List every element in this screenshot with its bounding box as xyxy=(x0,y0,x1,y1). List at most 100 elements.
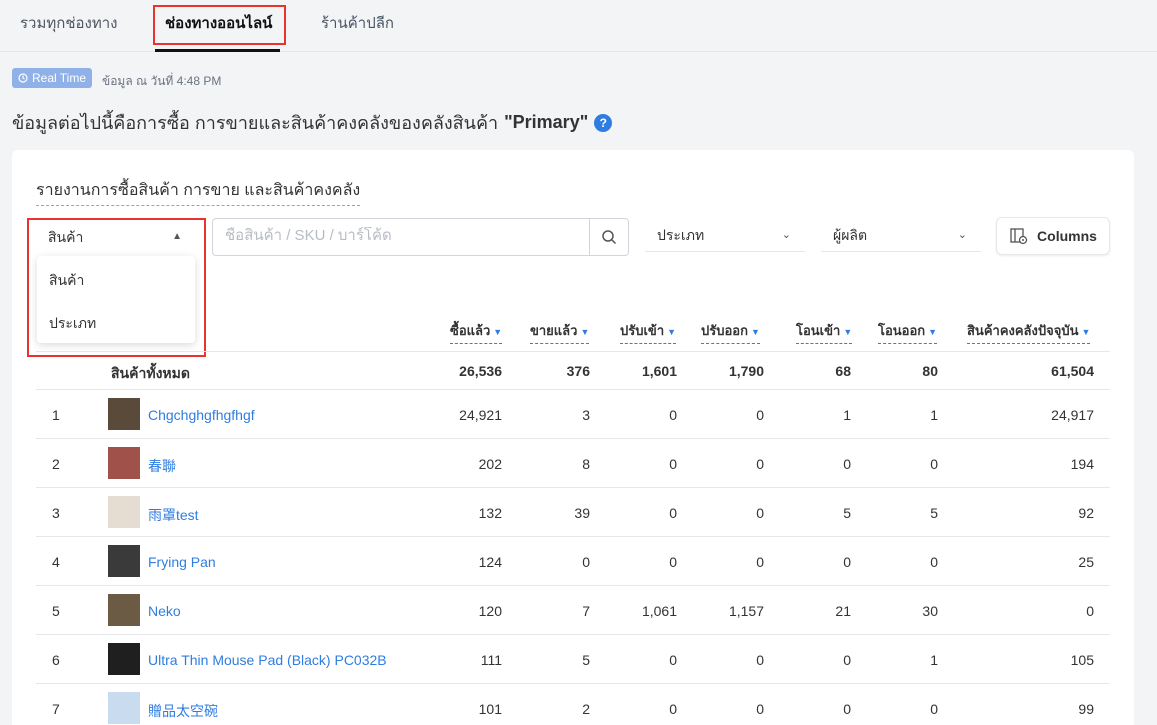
cell-sold: 7 xyxy=(582,603,590,619)
cell-adjust-out: 0 xyxy=(756,407,764,423)
search-icon xyxy=(602,230,617,245)
cell-sold: 2 xyxy=(582,701,590,717)
tab-online[interactable]: ช่องทางออนไลน์ xyxy=(165,0,272,50)
channel-tabs: รวมทุกช่องทาง ช่องทางออนไลน์ ร้านค้าปลีก xyxy=(0,0,1157,52)
cell-current-stock: 92 xyxy=(1078,505,1094,521)
col-header-transfer-in[interactable]: โอนเข้า ▼ xyxy=(796,320,853,344)
cell-adjust-out: 0 xyxy=(756,505,764,521)
sort-down-icon: ▼ xyxy=(750,327,760,337)
sort-down-icon: ▼ xyxy=(843,327,853,337)
row-divider xyxy=(36,536,1110,537)
cell-adjust-in: 0 xyxy=(669,701,677,717)
cell-sold: 39 xyxy=(574,505,590,521)
cell-current-stock: 105 xyxy=(1070,652,1094,668)
cell-purchased: 24,921 xyxy=(459,407,502,423)
cell-current-stock: 0 xyxy=(1086,603,1094,619)
manufacturer-filter-label: ผู้ผลิต xyxy=(833,227,868,243)
product-name-link[interactable]: 春聯 xyxy=(148,456,176,476)
sort-down-icon: ▼ xyxy=(580,327,590,337)
cell-transfer-in: 5 xyxy=(843,505,851,521)
row-divider xyxy=(36,438,1110,439)
dropdown-option-product[interactable]: สินค้า xyxy=(49,270,84,292)
tab-retail[interactable]: ร้านค้าปลีก xyxy=(321,0,394,50)
row-divider xyxy=(36,634,1110,635)
row-number: 7 xyxy=(52,701,60,717)
col-header-transfer-out[interactable]: โอนออก ▼ xyxy=(878,320,938,344)
cell-transfer-out: 1 xyxy=(930,407,938,423)
cell-purchased: 132 xyxy=(478,505,502,521)
header-divider xyxy=(36,351,1110,352)
product-thumbnail xyxy=(108,496,140,528)
cell-adjust-in: 0 xyxy=(669,407,677,423)
dropdown-option-category[interactable]: ประเภท xyxy=(49,313,96,335)
product-name-link[interactable]: Neko xyxy=(148,603,181,619)
row-number: 3 xyxy=(52,505,60,521)
col-header-label: ปรับออก xyxy=(701,323,748,338)
cell-transfer-in: 0 xyxy=(843,701,851,717)
product-name-link[interactable]: 贈品太空碗 xyxy=(148,701,218,721)
col-header-current-stock[interactable]: สินค้าคงคลังปัจจุบัน ▼ xyxy=(967,320,1091,344)
cell-current-stock: 99 xyxy=(1078,701,1094,717)
product-name-link[interactable]: 雨罩test xyxy=(148,505,199,525)
total-current-stock: 61,504 xyxy=(1051,363,1094,379)
product-name-link[interactable]: Ultra Thin Mouse Pad (Black) PC032B xyxy=(148,652,387,668)
cell-adjust-out: 1,157 xyxy=(728,603,764,619)
row-divider xyxy=(36,683,1110,684)
product-name-link[interactable]: Frying Pan xyxy=(148,554,216,570)
sort-down-icon: ▼ xyxy=(667,327,677,337)
page-heading: ข้อมูลต่อไปนี้คือการซื้อ การขายและสินค้า… xyxy=(12,108,613,137)
col-header-adjust-out[interactable]: ปรับออก ▼ xyxy=(701,320,760,344)
product-thumbnail xyxy=(108,643,140,675)
row-divider xyxy=(36,585,1110,586)
total-adjust-in: 1,601 xyxy=(641,363,677,379)
columns-label: Columns xyxy=(1037,228,1097,244)
report-title: รายงานการซื้อสินค้า การขาย และสินค้าคงคล… xyxy=(36,178,361,206)
group-by-dropdown: สินค้า ประเภท xyxy=(37,256,195,343)
col-header-label: โอนเข้า xyxy=(796,323,841,338)
product-search xyxy=(212,218,629,256)
warehouse-name: "Primary" xyxy=(504,112,589,132)
row-number: 6 xyxy=(52,652,60,668)
row-number: 2 xyxy=(52,456,60,472)
cell-transfer-out: 30 xyxy=(922,603,938,619)
cell-current-stock: 24,917 xyxy=(1051,407,1094,423)
clock-icon xyxy=(18,73,28,83)
columns-button[interactable]: Columns xyxy=(996,217,1110,255)
cell-adjust-out: 0 xyxy=(756,554,764,570)
category-filter-label: ประเภท xyxy=(657,227,705,243)
col-header-sold[interactable]: ขายแล้ว ▼ xyxy=(530,320,590,344)
cell-adjust-in: 0 xyxy=(669,456,677,472)
total-transfer-in: 68 xyxy=(835,363,851,379)
cell-purchased: 124 xyxy=(478,554,502,570)
realtime-label: Real Time xyxy=(32,71,87,85)
cell-adjust-in: 0 xyxy=(669,652,677,668)
cell-transfer-in: 0 xyxy=(843,456,851,472)
row-divider xyxy=(36,389,1110,390)
col-header-adjust-in[interactable]: ปรับเข้า ▼ xyxy=(620,320,677,344)
cell-current-stock: 25 xyxy=(1078,554,1094,570)
cell-purchased: 101 xyxy=(478,701,502,717)
col-header-purchased[interactable]: ซื้อแล้ว ▼ xyxy=(450,320,503,344)
cell-adjust-in: 1,061 xyxy=(641,603,677,619)
cell-transfer-out: 5 xyxy=(930,505,938,521)
sort-down-icon: ▼ xyxy=(1081,327,1091,337)
product-thumbnail xyxy=(108,594,140,626)
cell-purchased: 111 xyxy=(480,652,502,668)
group-by-select[interactable]: สินค้า ▲ xyxy=(36,220,196,256)
cell-adjust-in: 0 xyxy=(669,554,677,570)
product-name-link[interactable]: Chgchghgfhgfhgf xyxy=(148,407,255,423)
chevron-down-icon: ⌄ xyxy=(781,229,791,241)
col-header-label: ซื้อแล้ว xyxy=(450,323,491,338)
row-number: 1 xyxy=(52,407,60,423)
group-by-value: สินค้า xyxy=(48,229,84,245)
col-header-label: โอนออก xyxy=(878,323,926,338)
search-input[interactable] xyxy=(225,227,585,244)
manufacturer-filter[interactable]: ผู้ผลิต ⌄ xyxy=(821,218,981,252)
category-filter[interactable]: ประเภท ⌄ xyxy=(645,218,805,252)
tab-all-channels[interactable]: รวมทุกช่องทาง xyxy=(20,0,118,50)
search-button[interactable] xyxy=(589,219,628,255)
realtime-timestamp: ข้อมูล ณ วันที่ 4:48 PM xyxy=(102,74,222,88)
cell-transfer-out: 0 xyxy=(930,701,938,717)
help-icon[interactable]: ? xyxy=(594,113,613,132)
col-header-label: สินค้าคงคลังปัจจุบัน xyxy=(967,323,1079,338)
